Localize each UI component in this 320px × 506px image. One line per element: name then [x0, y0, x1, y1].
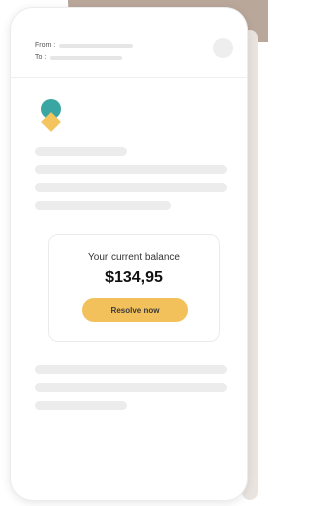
resolve-now-button[interactable]: Resolve now: [82, 298, 188, 322]
text-placeholder-line: [35, 183, 227, 192]
text-placeholder-line: [35, 365, 227, 374]
text-placeholder-line: [35, 201, 171, 210]
brand-logo-icon: [41, 99, 61, 132]
balance-card: Your current balance $134,95 Resolve now: [48, 234, 220, 342]
phone-mockup: From : To : Your current balance $134,95…: [11, 8, 247, 500]
avatar: [213, 38, 233, 58]
email-header: From : To :: [11, 8, 247, 78]
balance-label: Your current balance: [88, 252, 180, 263]
from-row: From :: [35, 42, 134, 49]
balance-amount: $134,95: [105, 269, 163, 286]
text-placeholder-line: [35, 383, 227, 392]
text-placeholder-line: [35, 147, 127, 156]
to-label: To :: [35, 54, 47, 61]
from-address-placeholder: [59, 43, 134, 48]
from-label: From :: [35, 42, 56, 49]
text-placeholder-line: [35, 165, 227, 174]
to-address-placeholder: [50, 55, 123, 60]
to-row: To :: [35, 54, 123, 61]
text-placeholder-line: [35, 401, 127, 410]
